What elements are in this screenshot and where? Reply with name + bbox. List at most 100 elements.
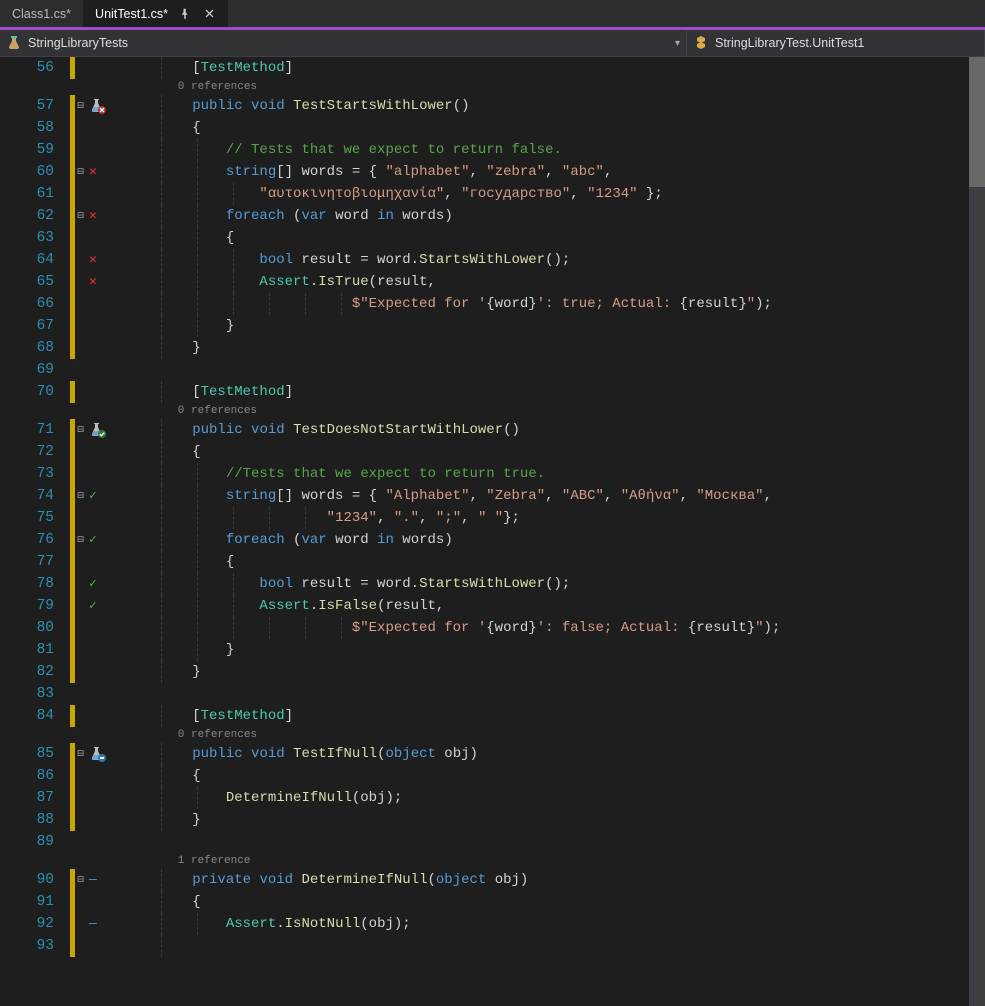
code-text: [TestMethod] [125, 57, 293, 79]
codelens-label[interactable]: 0 references [125, 403, 257, 419]
test-flask-icon[interactable] [89, 746, 107, 762]
line-number: 68 [0, 337, 70, 359]
gutter-marks: ⊟ [75, 419, 125, 441]
code-line[interactable]: 57⊟ public void TestStartsWithLower() [0, 95, 969, 117]
code-line[interactable]: 77 { [0, 551, 969, 573]
gutter-marks [75, 57, 125, 79]
code-line[interactable]: 71⊟ public void TestDoesNotStartWithLowe… [0, 419, 969, 441]
line-number: 83 [0, 683, 70, 705]
pin-icon[interactable] [178, 7, 192, 21]
gutter-marks: — [75, 913, 125, 935]
fold-toggle-icon[interactable]: ⊟ [75, 211, 86, 222]
line-number: 89 [0, 831, 70, 853]
vertical-scrollbar[interactable] [969, 57, 985, 1006]
gutter-marks [75, 617, 125, 639]
code-line[interactable]: 56 [TestMethod] [0, 57, 969, 79]
gutter-marks: ⊟ [75, 743, 125, 765]
code-line[interactable]: 67 } [0, 315, 969, 337]
code-line[interactable]: 0 references [0, 727, 969, 743]
code-line[interactable]: 63 { [0, 227, 969, 249]
code-line[interactable]: 69 [0, 359, 969, 381]
code-line[interactable]: 86 { [0, 765, 969, 787]
tab-class1[interactable]: Class1.cs* [0, 0, 83, 27]
code-text: //Tests that we expect to return true. [125, 463, 545, 485]
line-number: 67 [0, 315, 70, 337]
close-icon[interactable] [202, 7, 216, 21]
line-number: 87 [0, 787, 70, 809]
fold-toggle-icon[interactable]: ⊟ [75, 425, 86, 436]
fold-toggle-icon[interactable]: ⊟ [75, 167, 86, 178]
code-line[interactable]: 64✕ bool result = word.StartsWithLower()… [0, 249, 969, 271]
line-number: 70 [0, 381, 70, 403]
code-line[interactable]: 91 { [0, 891, 969, 913]
code-line[interactable]: 66 $"Expected for '{word}': true; Actual… [0, 293, 969, 315]
scrollbar-thumb[interactable] [969, 57, 985, 187]
code-line[interactable]: 60⊟✕ string[] words = { "alphabet", "zeb… [0, 161, 969, 183]
code-text: } [125, 809, 201, 831]
code-line[interactable]: 78✓ bool result = word.StartsWithLower()… [0, 573, 969, 595]
fold-toggle-icon[interactable]: ⊟ [75, 491, 86, 502]
line-number: 77 [0, 551, 70, 573]
line-number: 84 [0, 705, 70, 727]
code-line[interactable]: 88 } [0, 809, 969, 831]
codelens-label[interactable]: 0 references [125, 79, 257, 95]
gutter-marks [75, 507, 125, 529]
gutter-marks [75, 831, 125, 853]
code-editor[interactable]: 56 [TestMethod] 0 references57⊟ public v… [0, 57, 985, 1006]
code-text: public void TestStartsWithLower() [125, 95, 470, 117]
fold-toggle-icon[interactable]: ⊟ [75, 875, 86, 886]
code-line[interactable]: 82 } [0, 661, 969, 683]
fold-toggle-icon[interactable]: ⊟ [75, 749, 86, 760]
code-line[interactable]: 61 "αυτοκινητοβιομηχανία", "государство"… [0, 183, 969, 205]
line-number: 76 [0, 529, 70, 551]
gutter-marks [75, 639, 125, 661]
code-line[interactable]: 1 reference [0, 853, 969, 869]
gutter-marks [75, 315, 125, 337]
code-line[interactable]: 74⊟✓ string[] words = { "Alphabet", "Zeb… [0, 485, 969, 507]
fold-toggle-icon[interactable]: ⊟ [75, 101, 86, 112]
code-line[interactable]: 93 [0, 935, 969, 957]
code-line[interactable]: 62⊟✕ foreach (var word in words) [0, 205, 969, 227]
code-line[interactable]: 89 [0, 831, 969, 853]
code-line[interactable]: 79✓ Assert.IsFalse(result, [0, 595, 969, 617]
code-line[interactable]: 59 // Tests that we expect to return fal… [0, 139, 969, 161]
code-line[interactable]: 68 } [0, 337, 969, 359]
codelens-label[interactable]: 0 references [125, 727, 257, 743]
gutter-marks: ⊟✕ [75, 205, 125, 227]
code-line[interactable]: 80 $"Expected for '{word}': false; Actua… [0, 617, 969, 639]
line-number: 72 [0, 441, 70, 463]
code-line[interactable]: 81 } [0, 639, 969, 661]
test-pass-icon: ✓ [89, 529, 97, 551]
code-line[interactable]: 87 DetermineIfNull(obj); [0, 787, 969, 809]
code-text: { [125, 117, 201, 139]
nav-project-dropdown[interactable]: StringLibraryTests ▾ [0, 30, 687, 56]
test-flask-icon[interactable] [89, 422, 107, 438]
test-flask-icon[interactable] [89, 98, 107, 114]
codelens-label[interactable]: 1 reference [125, 853, 250, 869]
code-line[interactable]: 84 [TestMethod] [0, 705, 969, 727]
code-line[interactable]: 70 [TestMethod] [0, 381, 969, 403]
gutter-marks [75, 337, 125, 359]
tab-unittest1[interactable]: UnitTest1.cs* [83, 0, 228, 27]
line-number: 75 [0, 507, 70, 529]
gutter-marks: ✕ [75, 271, 125, 293]
code-text: $"Expected for '{word}': true; Actual: {… [125, 293, 772, 315]
code-line[interactable]: 75 "1234", ".", ";", " "}; [0, 507, 969, 529]
gutter-marks: ⊟✓ [75, 529, 125, 551]
code-line[interactable]: 90⊟— private void DetermineIfNull(object… [0, 869, 969, 891]
gutter-marks [75, 403, 125, 419]
code-line[interactable]: 72 { [0, 441, 969, 463]
code-line[interactable]: 65✕ Assert.IsTrue(result, [0, 271, 969, 293]
fold-toggle-icon[interactable]: ⊟ [75, 535, 86, 546]
code-line[interactable]: 73 //Tests that we expect to return true… [0, 463, 969, 485]
code-line[interactable]: 76⊟✓ foreach (var word in words) [0, 529, 969, 551]
nav-type-dropdown[interactable]: StringLibraryTest.UnitTest1 [687, 30, 985, 56]
gutter-marks [75, 293, 125, 315]
code-line[interactable]: 83 [0, 683, 969, 705]
code-text: // Tests that we expect to return false. [125, 139, 562, 161]
code-line[interactable]: 85⊟ public void TestIfNull(object obj) [0, 743, 969, 765]
code-line[interactable]: 0 references [0, 79, 969, 95]
code-line[interactable]: 92— Assert.IsNotNull(obj); [0, 913, 969, 935]
code-line[interactable]: 58 { [0, 117, 969, 139]
code-line[interactable]: 0 references [0, 403, 969, 419]
